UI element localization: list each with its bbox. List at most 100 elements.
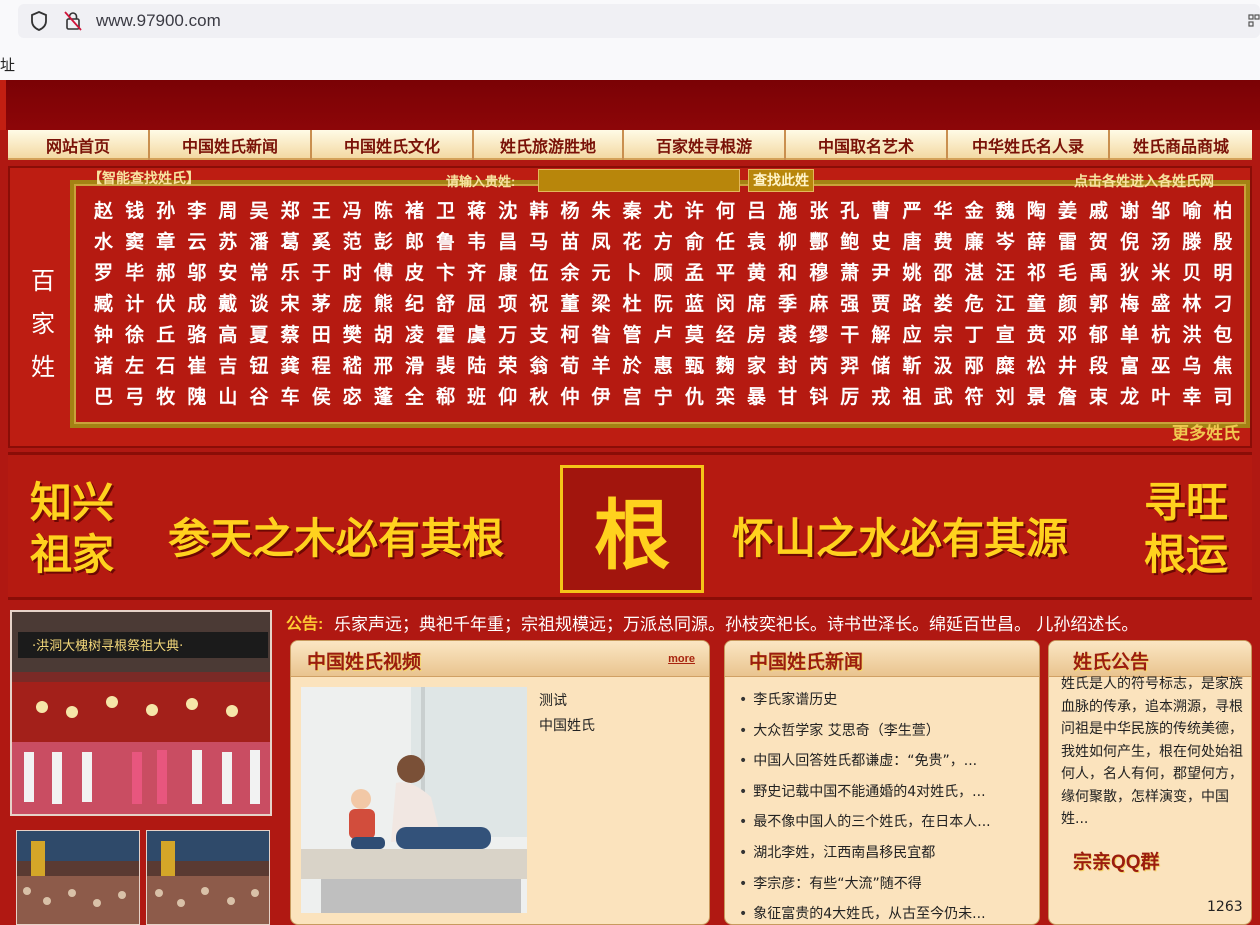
surname-link[interactable]: 段 [1083, 351, 1114, 382]
surname-link[interactable]: 吴 [243, 196, 274, 227]
url-text[interactable]: www.97900.com [96, 11, 221, 31]
surname-link[interactable]: 闵 [710, 289, 741, 320]
surname-link[interactable]: 樊 [337, 320, 368, 351]
surname-link[interactable]: 山 [212, 382, 243, 413]
surname-link[interactable]: 谷 [243, 382, 274, 413]
surname-link[interactable]: 虞 [461, 320, 492, 351]
surname-link[interactable]: 褚 [399, 196, 430, 227]
surname-link[interactable]: 荀 [554, 351, 585, 382]
surname-link[interactable]: 厉 [834, 382, 865, 413]
qr-code-icon[interactable] [1248, 14, 1260, 28]
surname-link[interactable]: 薛 [1021, 227, 1052, 258]
surname-link[interactable]: 毕 [119, 258, 150, 289]
surname-link[interactable]: 刁 [1207, 289, 1238, 320]
surname-link[interactable]: 项 [492, 289, 523, 320]
surname-link[interactable]: 干 [834, 320, 865, 351]
crowd-photo-2[interactable] [146, 830, 270, 925]
surname-link[interactable]: 裘 [772, 320, 803, 351]
crowd-photo-1[interactable] [16, 830, 140, 925]
surname-link[interactable]: 房 [741, 320, 772, 351]
surname-link[interactable]: 宁 [648, 382, 679, 413]
surname-link[interactable]: 俞 [679, 227, 710, 258]
surname-link[interactable]: 支 [523, 320, 554, 351]
surname-link[interactable]: 芮 [803, 351, 834, 382]
surname-link[interactable]: 葛 [275, 227, 306, 258]
surname-link[interactable]: 秦 [617, 196, 648, 227]
surname-link[interactable]: 董 [554, 289, 585, 320]
surname-link[interactable]: 汲 [928, 351, 959, 382]
surname-link[interactable]: 栾 [710, 382, 741, 413]
surname-link[interactable]: 储 [865, 351, 896, 382]
surname-link[interactable]: 童 [1021, 289, 1052, 320]
surname-link[interactable]: 陆 [461, 351, 492, 382]
surname-link[interactable]: 宓 [337, 382, 368, 413]
surname-link[interactable]: 盛 [1145, 289, 1176, 320]
surname-link[interactable]: 熊 [368, 289, 399, 320]
surname-link[interactable]: 邬 [181, 258, 212, 289]
surname-link[interactable]: 臧 [88, 289, 119, 320]
surname-link[interactable]: 陈 [368, 196, 399, 227]
surname-link[interactable]: 邹 [1145, 196, 1176, 227]
surname-link[interactable]: 缪 [803, 320, 834, 351]
nav-surname-culture[interactable]: 中国姓氏文化 [312, 130, 474, 160]
surname-link[interactable]: 云 [181, 227, 212, 258]
surname-link[interactable]: 傅 [368, 258, 399, 289]
surname-link[interactable]: 周 [212, 196, 243, 227]
surname-link[interactable]: 王 [306, 196, 337, 227]
surname-link[interactable]: 和 [772, 258, 803, 289]
surname-link[interactable]: 杜 [617, 289, 648, 320]
surname-link[interactable]: 季 [772, 289, 803, 320]
clan-qq-group-link[interactable]: 宗亲QQ群 [1073, 847, 1160, 874]
surname-link[interactable]: 贝 [1176, 258, 1207, 289]
surname-link[interactable]: 卜 [617, 258, 648, 289]
surname-link[interactable]: 凌 [399, 320, 430, 351]
surname-link[interactable]: 曹 [865, 196, 896, 227]
surname-link[interactable]: 崔 [181, 351, 212, 382]
surname-link[interactable]: 滕 [1176, 227, 1207, 258]
surname-link[interactable]: 谈 [243, 289, 274, 320]
surname-link[interactable]: 贲 [1021, 320, 1052, 351]
nav-shop[interactable]: 姓氏商品商城 [1110, 130, 1252, 160]
surname-link[interactable]: 罗 [88, 258, 119, 289]
surname-link[interactable]: 韦 [461, 227, 492, 258]
video-link[interactable]: 测试 [539, 689, 595, 714]
surname-link[interactable]: 孙 [150, 196, 181, 227]
surname-link[interactable]: 凤 [586, 227, 617, 258]
insecure-lock-icon[interactable] [64, 11, 82, 31]
surname-link[interactable]: 路 [896, 289, 927, 320]
surname-link[interactable]: 强 [834, 289, 865, 320]
surname-link[interactable]: 仲 [554, 382, 585, 413]
surname-link[interactable]: 廉 [959, 227, 990, 258]
surname-link[interactable]: 孟 [679, 258, 710, 289]
news-item[interactable]: 最不像中国人的三个姓氏，在日本人... [739, 807, 1039, 838]
surname-link[interactable]: 翁 [523, 351, 554, 382]
surname-link[interactable]: 娄 [928, 289, 959, 320]
surname-link[interactable]: 祖 [896, 382, 927, 413]
surname-link[interactable]: 车 [275, 382, 306, 413]
surname-link[interactable]: 张 [803, 196, 834, 227]
surname-link[interactable]: 齐 [461, 258, 492, 289]
surname-link[interactable]: 鲍 [834, 227, 865, 258]
surname-link[interactable]: 卢 [648, 320, 679, 351]
surname-link[interactable]: 莫 [679, 320, 710, 351]
surname-link[interactable]: 滑 [399, 351, 430, 382]
surname-link[interactable]: 邓 [1052, 320, 1083, 351]
surname-link[interactable]: 元 [586, 258, 617, 289]
surname-link[interactable]: 何 [710, 196, 741, 227]
surname-link[interactable]: 苏 [212, 227, 243, 258]
surname-link[interactable]: 梁 [586, 289, 617, 320]
surname-input[interactable] [538, 169, 740, 192]
surname-link[interactable]: 郁 [1083, 320, 1114, 351]
surname-link[interactable]: 乌 [1176, 351, 1207, 382]
surname-link[interactable]: 彭 [368, 227, 399, 258]
surname-link[interactable]: 梅 [1114, 289, 1145, 320]
surname-link[interactable]: 夏 [243, 320, 274, 351]
surname-link[interactable]: 金 [959, 196, 990, 227]
news-item[interactable]: 李氏家谱历史 [739, 685, 1039, 716]
surname-link[interactable]: 尤 [648, 196, 679, 227]
surname-link[interactable]: 倪 [1114, 227, 1145, 258]
surname-link[interactable]: 秋 [523, 382, 554, 413]
surname-link[interactable]: 柳 [772, 227, 803, 258]
surname-link[interactable]: 汪 [990, 258, 1021, 289]
surname-link[interactable]: 刘 [990, 382, 1021, 413]
